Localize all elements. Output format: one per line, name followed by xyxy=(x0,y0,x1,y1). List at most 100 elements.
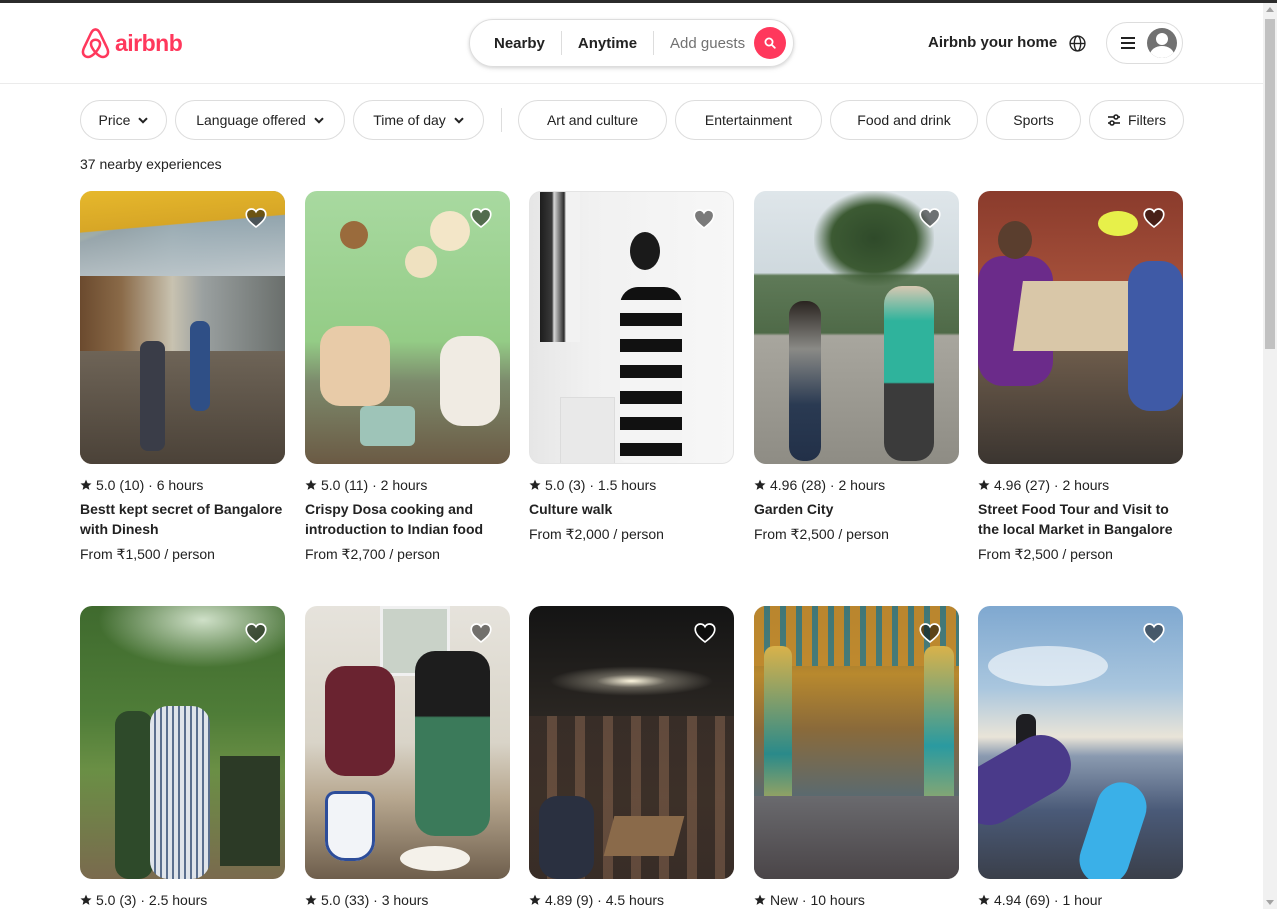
search-button[interactable] xyxy=(754,27,786,59)
heart-icon[interactable] xyxy=(693,621,717,645)
heart-icon[interactable] xyxy=(244,621,268,645)
filter-time-of-day-dropdown[interactable]: Time of day xyxy=(353,100,484,140)
hamburger-menu-icon xyxy=(1121,37,1135,49)
experience-title: Culture walk xyxy=(529,501,613,517)
rating-text: 5.0 (3) · 2.5 hours xyxy=(96,892,208,908)
experience-card[interactable]: 5.0 (10) · 6 hours Bestt kept secret of … xyxy=(80,191,285,563)
filter-label: Price xyxy=(98,112,131,128)
experience-card[interactable]: 4.96 (27) · 2 hours Street Food Tour and… xyxy=(978,191,1183,563)
star-icon xyxy=(978,479,990,491)
rating-text: 4.96 (27) · 2 hours xyxy=(994,477,1110,493)
star-icon xyxy=(529,894,541,906)
filter-label: Filters xyxy=(1127,112,1167,128)
filter-label: Sports xyxy=(1013,112,1054,128)
filter-bar: Price Language offered Time of day Art a… xyxy=(80,100,1184,140)
star-icon xyxy=(978,894,990,906)
experience-price: From ₹2,700 / person xyxy=(305,546,440,562)
scroll-up-arrow-icon[interactable] xyxy=(1266,7,1274,12)
filter-entertainment[interactable]: Entertainment xyxy=(675,100,822,140)
star-icon xyxy=(80,479,92,491)
language-button[interactable] xyxy=(1066,32,1088,54)
rating-text: 4.96 (28) · 2 hours xyxy=(770,477,886,493)
filter-label: Art and culture xyxy=(546,112,639,128)
rating-text: 4.94 (69) · 1 hour xyxy=(994,892,1103,908)
search-date[interactable]: Anytime xyxy=(562,35,653,52)
site-header: airbnb Nearby Anytime Add guests Airbnb … xyxy=(0,3,1263,84)
experience-price: From ₹2,000 / person xyxy=(529,526,664,542)
experience-card[interactable]: 5.0 (3) · 2.5 hours xyxy=(80,606,285,908)
experience-card[interactable]: 4.96 (28) · 2 hours Garden City From ₹2,… xyxy=(754,191,959,543)
filter-sports[interactable]: Sports xyxy=(986,100,1081,140)
experience-card[interactable]: New · 10 hours xyxy=(754,606,959,908)
search-location[interactable]: Nearby xyxy=(470,35,561,52)
filter-food-and-drink[interactable]: Food and drink xyxy=(830,100,978,140)
heart-icon[interactable] xyxy=(1142,206,1166,230)
page: airbnb Nearby Anytime Add guests Airbnb … xyxy=(0,3,1263,909)
filter-price-dropdown[interactable]: Price xyxy=(80,100,167,140)
heart-icon[interactable] xyxy=(244,206,268,230)
experience-card[interactable]: 5.0 (33) · 3 hours xyxy=(305,606,510,908)
airbnb-logo-icon xyxy=(81,28,110,59)
search-guests[interactable]: Add guests xyxy=(654,35,761,52)
filters-button[interactable]: Filters xyxy=(1089,100,1184,140)
heart-icon[interactable] xyxy=(692,207,716,231)
rating-row: 5.0 (10) · 6 hours xyxy=(80,477,285,493)
experience-price: From ₹2,500 / person xyxy=(754,526,889,542)
rating-text: New · 10 hours xyxy=(770,892,865,908)
filter-language-dropdown[interactable]: Language offered xyxy=(175,100,345,140)
rating-text: 5.0 (33) · 3 hours xyxy=(321,892,429,908)
heart-icon[interactable] xyxy=(469,206,493,230)
star-icon xyxy=(529,479,541,491)
heart-icon[interactable] xyxy=(469,621,493,645)
rating-text: 5.0 (11) · 2 hours xyxy=(321,477,428,493)
rating-text: 5.0 (3) · 1.5 hours xyxy=(545,477,657,493)
star-icon xyxy=(754,894,766,906)
heart-icon[interactable] xyxy=(918,206,942,230)
chevron-down-icon xyxy=(138,116,149,124)
filter-label: Entertainment xyxy=(704,112,793,128)
rating-row: 5.0 (3) · 2.5 hours xyxy=(80,892,285,908)
filter-label: Language offered xyxy=(196,112,306,128)
scroll-down-arrow-icon[interactable] xyxy=(1266,900,1274,905)
experience-title: Garden City xyxy=(754,501,834,517)
experience-photo xyxy=(978,191,1183,464)
experience-photo xyxy=(80,606,285,879)
experience-card[interactable]: 4.94 (69) · 1 hour xyxy=(978,606,1183,908)
user-menu-button[interactable] xyxy=(1106,22,1183,64)
experience-title: Bestt kept secret of Bangalore with Dine… xyxy=(80,501,283,537)
heart-icon[interactable] xyxy=(918,621,942,645)
host-link[interactable]: Airbnb your home xyxy=(914,30,1071,55)
filter-label: Food and drink xyxy=(857,112,951,128)
globe-icon xyxy=(1068,34,1086,52)
search-bar[interactable]: Nearby Anytime Add guests xyxy=(469,19,794,67)
filter-label: Time of day xyxy=(373,112,446,128)
rating-row: New · 10 hours xyxy=(754,892,959,908)
heart-icon[interactable] xyxy=(1142,621,1166,645)
experience-photo xyxy=(80,191,285,464)
experience-photo xyxy=(529,606,734,879)
rating-row: 5.0 (11) · 2 hours xyxy=(305,477,510,493)
search-icon xyxy=(764,37,776,49)
experience-card[interactable]: 5.0 (11) · 2 hours Crispy Dosa cooking a… xyxy=(305,191,510,563)
experience-price: From ₹1,500 / person xyxy=(80,546,215,562)
logo-wordmark: airbnb xyxy=(115,29,183,56)
experience-title: Street Food Tour and Visit to the local … xyxy=(978,501,1173,537)
experience-title: Crispy Dosa cooking and introduction to … xyxy=(305,501,484,537)
experience-card[interactable]: 4.89 (9) · 4.5 hours xyxy=(529,606,734,908)
scrollbar-thumb[interactable] xyxy=(1265,19,1275,349)
experience-photo xyxy=(754,191,959,464)
star-icon xyxy=(80,894,92,906)
experience-price: From ₹2,500 / person xyxy=(978,546,1113,562)
filter-divider xyxy=(501,108,502,132)
experience-card[interactable]: 5.0 (3) · 1.5 hours Culture walk From ₹2… xyxy=(529,191,734,543)
airbnb-logo[interactable]: airbnb xyxy=(80,26,183,60)
star-icon xyxy=(305,894,317,906)
sliders-icon xyxy=(1107,114,1120,126)
rating-text: 5.0 (10) · 6 hours xyxy=(96,477,204,493)
rating-row: 5.0 (3) · 1.5 hours xyxy=(529,477,734,493)
chevron-down-icon xyxy=(454,116,464,124)
page-scrollbar[interactable] xyxy=(1263,3,1277,909)
star-icon xyxy=(305,479,317,491)
results-count: 37 nearby experiences xyxy=(80,156,222,172)
filter-art-and-culture[interactable]: Art and culture xyxy=(518,100,667,140)
